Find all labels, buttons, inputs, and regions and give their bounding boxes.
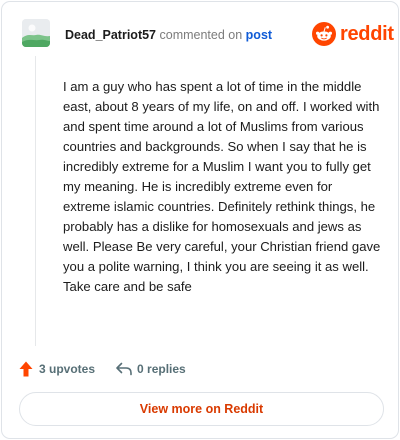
upvote-button[interactable]: 3 upvotes: [19, 361, 95, 377]
post-link[interactable]: post: [246, 28, 272, 42]
replies-button[interactable]: 0 replies: [115, 361, 186, 377]
comment-actions: 3 upvotes 0 replies: [19, 360, 186, 378]
commented-on-text: commented on: [159, 28, 243, 42]
comment-header: Dead_Patriot57 commented on post: [65, 28, 272, 42]
author-name[interactable]: Dead_Patriot57: [65, 28, 156, 42]
reddit-logo[interactable]: reddit: [312, 20, 394, 48]
reply-count: 0 replies: [137, 362, 186, 376]
reply-arrow-icon: [116, 362, 132, 376]
view-more-label: View more on Reddit: [139, 402, 264, 416]
upvote-arrow-icon: [19, 361, 33, 377]
view-more-button[interactable]: View more on Reddit: [19, 392, 384, 426]
reddit-comment-card: Dead_Patriot57 commented on post reddit …: [1, 1, 399, 439]
comment-body: I am a guy who has spent a lot of time i…: [63, 79, 381, 294]
thread-line: [35, 56, 36, 346]
default-avatar-icon[interactable]: [22, 19, 50, 47]
reddit-snoo-icon: [312, 22, 336, 46]
reddit-wordmark: reddit: [340, 22, 394, 45]
upvote-count: 3 upvotes: [39, 362, 96, 376]
